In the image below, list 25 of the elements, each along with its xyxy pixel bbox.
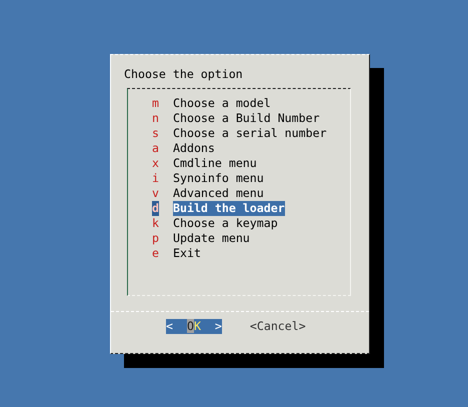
- menu-hotkey: n: [152, 111, 159, 126]
- dialog-prompt: Choose the option: [123, 66, 244, 82]
- menu-hotkey: e: [152, 246, 159, 261]
- menu-item[interactable]: Build the loader: [173, 201, 285, 216]
- menu-hotkey: p: [152, 231, 159, 246]
- menu-item[interactable]: Choose a model: [173, 96, 271, 111]
- menu-item[interactable]: Choose a Build Number: [173, 111, 320, 126]
- menu-item[interactable]: Choose a keymap: [173, 216, 278, 231]
- menu-hotkey: a: [152, 141, 159, 156]
- menu-item[interactable]: Synoinfo menu: [173, 171, 264, 186]
- menu-item[interactable]: Cmdline menu: [173, 156, 257, 171]
- menu-hotkey: v: [152, 186, 159, 201]
- menu-hotkey: i: [152, 171, 159, 186]
- menu-hotkey: x: [152, 156, 159, 171]
- menu-hotkey: s: [152, 126, 159, 141]
- menu-item[interactable]: Addons: [173, 141, 215, 156]
- menu-hotkey: d: [152, 201, 159, 216]
- menu-hotkey: m: [152, 96, 159, 111]
- menu-hotkey: k: [152, 216, 159, 231]
- dialog-button[interactable]: <Cancel>: [250, 319, 306, 334]
- menu-item[interactable]: Advanced menu: [173, 186, 264, 201]
- menu-item[interactable]: Update menu: [173, 231, 250, 246]
- menu-item[interactable]: Choose a serial number: [173, 126, 327, 141]
- menu-item[interactable]: Exit: [173, 246, 201, 261]
- dialog-button[interactable]: < OK >: [166, 319, 222, 334]
